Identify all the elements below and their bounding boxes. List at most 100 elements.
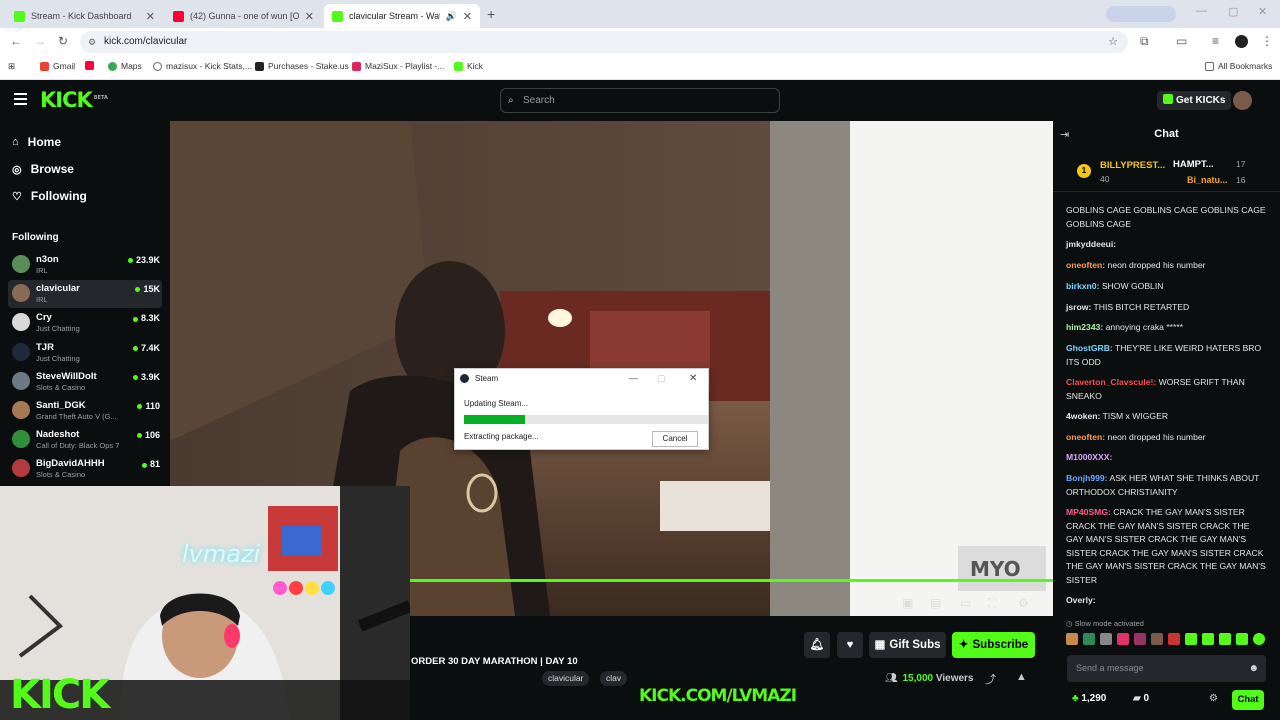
nav-browse[interactable]: ◎ Browse	[12, 162, 74, 176]
emote-icon[interactable]	[1083, 633, 1095, 645]
kicks-balance[interactable]: ▰ 0	[1133, 693, 1149, 704]
chat-username[interactable]: GhostGRB:	[1066, 343, 1113, 353]
back-arrow-icon[interactable]: ←	[10, 34, 22, 48]
share-icon[interactable]: ⤴	[985, 671, 996, 687]
emote-icon[interactable]	[1117, 633, 1129, 645]
steam-titlebar[interactable]: Steam — ▢ ✕	[455, 369, 708, 388]
emote-icon[interactable]	[1253, 633, 1265, 645]
chat-username[interactable]: M1000XXX:	[1066, 452, 1112, 462]
sidebar-channel-cry[interactable]: Cry Just Chatting 8.3K	[8, 309, 162, 337]
chat-username[interactable]: MP40SMG:	[1066, 507, 1111, 517]
site-info-icon[interactable]: ⚙	[88, 31, 96, 53]
emote-icon[interactable]	[1202, 633, 1214, 645]
cast-icon[interactable]: ▭	[1176, 34, 1187, 48]
url-field[interactable]: ⚙ kick.com/clavicular ☆	[80, 31, 1128, 53]
nav-home[interactable]: ⌂ Home	[12, 135, 61, 149]
gift-subs-button[interactable]: ▦ Gift Subs	[869, 632, 946, 658]
browser-tab-kick-dashboard[interactable]: Stream - Kick Dashboard ✕	[6, 4, 163, 28]
bookmark-stake[interactable]: Purchases - Stake.us	[255, 61, 349, 71]
emote-icon[interactable]	[1236, 633, 1248, 645]
chat-username[interactable]: him2343:	[1066, 322, 1103, 332]
kick-logo[interactable]: KICK BETA	[40, 88, 108, 112]
extensions-icon[interactable]: ⧉	[1140, 34, 1149, 49]
browser-tab-clavicular[interactable]: clavicular Stream - Watch L... 🔊 ✕	[324, 4, 480, 28]
profile-avatar[interactable]	[1235, 35, 1248, 48]
media-controls-icon[interactable]: ≡	[1212, 34, 1219, 48]
subscribe-button[interactable]: ✦ Subscribe	[952, 632, 1035, 658]
search-input[interactable]: ⌕ Search	[500, 88, 780, 113]
sidebar-channel-santi_dgk[interactable]: Santi_DGK Grand Theft Auto V (G... 110	[8, 397, 162, 425]
steam-cancel-button[interactable]: Cancel	[652, 431, 698, 447]
send-chat-button[interactable]: Chat	[1232, 690, 1264, 710]
speaker-icon[interactable]: 🔊	[446, 11, 457, 22]
chat-settings-icon[interactable]: ⚙	[1209, 693, 1218, 704]
report-icon[interactable]: ▲	[1016, 671, 1027, 683]
bookmark-gmail[interactable]: Gmail	[40, 61, 75, 71]
maximize-dialog-icon[interactable]: ▢	[657, 369, 666, 388]
stream-tag[interactable]: clavicular	[542, 671, 590, 686]
stream-tag[interactable]: clav	[600, 671, 628, 686]
bookmark-kick-stats[interactable]: mazisux - Kick Stats,...	[153, 61, 252, 71]
nav-following[interactable]: ♡ Following	[12, 189, 87, 203]
emoji-icon[interactable]: ☻	[1248, 655, 1259, 682]
new-tab-button[interactable]: +	[487, 6, 495, 22]
chat-username[interactable]: Claverton_Clavscule!:	[1066, 377, 1156, 387]
close-tab-icon[interactable]: ✕	[146, 10, 155, 23]
emote-icon[interactable]	[1100, 633, 1112, 645]
bookmark-kick[interactable]: Kick	[454, 61, 483, 71]
bookmark-maps[interactable]: Maps	[108, 61, 142, 71]
emote-icon[interactable]	[1151, 633, 1163, 645]
chat-message: GOBLINS CAGE GOBLINS CAGE GOBLINS CAGE G…	[1066, 204, 1266, 231]
bookmark-playlist[interactable]: MaziSux - Playlist -...	[352, 61, 444, 71]
chat-username[interactable]: birkxn0:	[1066, 281, 1099, 291]
sidebar-channel-stevewilldoit[interactable]: SteveWillDoIt Slots & Casino 3.9K	[8, 368, 162, 396]
close-dialog-icon[interactable]: ✕	[689, 369, 697, 388]
emote-icon[interactable]	[1219, 633, 1231, 645]
chat-username[interactable]: oneoften:	[1066, 432, 1105, 442]
apps-grid-icon[interactable]: ⊞	[8, 61, 15, 72]
chat-username[interactable]: 4woken:	[1066, 411, 1100, 421]
maximize-window-icon[interactable]: ▢	[1228, 5, 1238, 18]
notification-bell-button[interactable]: 🔔︎	[804, 632, 830, 658]
emote-icon[interactable]	[1134, 633, 1146, 645]
sidebar-channel-nadeshot[interactable]: Nadeshot Call of Duty: Black Ops 7 106	[8, 426, 162, 454]
user-avatar[interactable]	[1233, 91, 1252, 110]
sidebar-channel-n3on[interactable]: n3on IRL 23.9K	[8, 251, 162, 279]
sidebar-channel-tjr[interactable]: TJR Just Chatting 7.4K	[8, 339, 162, 367]
reload-icon[interactable]: ↻	[58, 34, 68, 48]
chat-username[interactable]: Overly:	[1066, 595, 1096, 605]
chat-message: jmkyddeeui:	[1066, 238, 1266, 252]
svg-text:▭: ▭	[960, 596, 971, 610]
chat-input[interactable]: Send a message ☻	[1067, 655, 1266, 682]
close-tab-icon[interactable]: ✕	[305, 10, 314, 23]
minimize-dialog-icon[interactable]: —	[629, 369, 638, 388]
chat-username[interactable]: Bonjh999:	[1066, 473, 1108, 483]
sidebar-channel-clavicular[interactable]: clavicular IRL 15K	[8, 280, 162, 309]
chat-username[interactable]: oneoften:	[1066, 260, 1105, 270]
emote-icon[interactable]	[1168, 633, 1180, 645]
following-section-title: Following	[12, 232, 59, 243]
svg-text:MYO: MYO	[970, 557, 1021, 581]
close-tab-icon[interactable]: ✕	[463, 10, 472, 23]
all-bookmarks[interactable]: All Bookmarks	[1205, 61, 1272, 71]
browser-tab-youtube[interactable]: (42) Gunna - one of wun [Offici... ✕	[165, 4, 322, 28]
live-dot-icon	[137, 404, 143, 410]
close-window-icon[interactable]: ✕	[1258, 5, 1267, 18]
follow-heart-button[interactable]: ♥	[837, 632, 863, 658]
profile-chip[interactable]	[1106, 6, 1176, 22]
channel-points[interactable]: ♣ 1,290	[1072, 693, 1106, 704]
emote-icon[interactable]	[1185, 633, 1197, 645]
bookmark-youtube[interactable]	[85, 61, 94, 70]
chat-username[interactable]: jsrow:	[1066, 302, 1091, 312]
browser-menu-icon[interactable]: ⋮	[1261, 34, 1273, 48]
get-kicks-button[interactable]: Get KICKs	[1157, 91, 1232, 110]
live-dot-icon	[132, 316, 138, 322]
chat-username[interactable]: jmkyddeeui:	[1066, 239, 1116, 249]
sidebar-channel-bigdavidahhh[interactable]: BigDavidAHHH Slots & Casino 81	[8, 455, 162, 483]
bookmark-star-icon[interactable]: ☆	[1108, 31, 1118, 53]
kick-header: KICK BETA ⌕ Search Get KICKs	[0, 80, 1280, 121]
minimize-window-icon[interactable]: —	[1196, 5, 1207, 17]
hamburger-menu-icon[interactable]	[14, 93, 27, 105]
forward-arrow-icon[interactable]: →	[34, 34, 46, 48]
emote-icon[interactable]	[1066, 633, 1078, 645]
